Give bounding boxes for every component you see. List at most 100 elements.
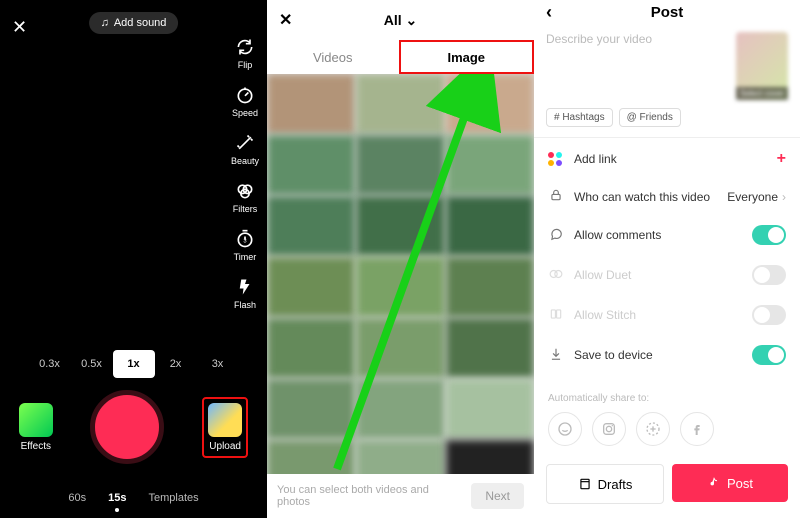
media-thumb[interactable]	[446, 74, 534, 134]
post-footer: Drafts Post	[534, 454, 800, 518]
media-thumb[interactable]	[267, 135, 355, 195]
comments-toggle[interactable]	[752, 225, 786, 245]
close-icon[interactable]: ✕	[279, 10, 292, 30]
media-thumb[interactable]	[446, 196, 534, 256]
whatsapp-icon[interactable]	[548, 412, 582, 446]
speed-icon	[234, 84, 256, 106]
media-thumb[interactable]	[356, 440, 444, 474]
zoom-0-5x[interactable]: 0.5x	[71, 350, 113, 378]
facebook-icon[interactable]	[680, 412, 714, 446]
mode-templates[interactable]: Templates	[148, 492, 198, 504]
zoom-0-3x[interactable]: 0.3x	[29, 350, 71, 378]
hashtags-chip[interactable]: # Hashtags	[546, 108, 613, 127]
auto-share-label: Automatically share to:	[534, 393, 800, 404]
close-icon[interactable]: ✕	[12, 18, 27, 36]
media-thumb[interactable]	[356, 74, 444, 134]
post-button[interactable]: Post	[672, 464, 788, 502]
stitch-icon	[548, 307, 564, 324]
media-thumb[interactable]	[267, 257, 355, 317]
comment-icon	[548, 227, 564, 244]
media-thumb[interactable]	[267, 440, 355, 474]
mode-15s[interactable]: 15s	[108, 492, 126, 504]
page-title: Post	[651, 4, 684, 21]
stitch-row: Allow Stitch	[534, 295, 800, 335]
chevron-right-icon: ›	[782, 190, 786, 204]
privacy-value: Everyone ›	[727, 190, 786, 204]
back-icon[interactable]: ‹	[546, 2, 552, 23]
next-button[interactable]: Next	[471, 483, 524, 509]
album-dropdown[interactable]: All ⌄	[384, 12, 418, 29]
privacy-row[interactable]: Who can watch this video Everyone ›	[534, 178, 800, 215]
media-thumb[interactable]	[446, 318, 534, 378]
plus-icon: +	[777, 150, 786, 168]
upload-highlight: Upload	[202, 397, 248, 458]
divider	[534, 137, 800, 138]
flash-tool[interactable]: Flash	[234, 276, 256, 310]
download-icon	[548, 347, 564, 364]
svg-text:3: 3	[243, 238, 246, 244]
post-screen: ‹ Post Describe your video Select cover …	[534, 0, 800, 518]
duet-toggle	[752, 265, 786, 285]
camera-screen: ✕ ♫ Add sound Flip Speed B	[0, 0, 267, 518]
gallery-tabs: Videos Image	[267, 40, 534, 74]
media-thumb[interactable]	[446, 257, 534, 317]
save-toggle[interactable]	[752, 345, 786, 365]
lock-icon	[548, 188, 564, 205]
filters-tool[interactable]: Filters	[233, 180, 258, 214]
bottom-controls: Effects Upload	[0, 390, 267, 464]
add-link-icon	[548, 152, 564, 166]
gallery-footer: You can select both videos and photos Ne…	[267, 474, 534, 518]
media-thumb[interactable]	[446, 440, 534, 474]
drafts-button[interactable]: Drafts	[546, 464, 664, 504]
description-area: Describe your video Select cover	[534, 24, 800, 108]
media-thumb[interactable]	[267, 318, 355, 378]
footer-hint: You can select both videos and photos	[277, 484, 463, 508]
tab-videos[interactable]: Videos	[267, 40, 399, 74]
upload-button[interactable]: Upload	[208, 403, 242, 452]
add-link-row[interactable]: Add link +	[534, 140, 800, 178]
stitch-toggle	[752, 305, 786, 325]
filters-icon	[234, 180, 256, 202]
flip-tool[interactable]: Flip	[234, 36, 256, 70]
zoom-2x[interactable]: 2x	[155, 350, 197, 378]
media-thumb[interactable]	[267, 74, 355, 134]
add-sound-button[interactable]: ♫ Add sound	[89, 12, 179, 34]
drafts-icon	[578, 477, 592, 491]
media-thumb[interactable]	[356, 135, 444, 195]
duet-icon	[548, 267, 564, 284]
friends-chip[interactable]: @ Friends	[619, 108, 681, 127]
media-thumb[interactable]	[356, 318, 444, 378]
description-input[interactable]: Describe your video	[546, 32, 728, 100]
media-thumb[interactable]	[356, 379, 444, 439]
save-row: Save to device	[534, 335, 800, 375]
timer-tool[interactable]: 3 Timer	[234, 228, 257, 262]
effects-button[interactable]: Effects	[19, 403, 53, 452]
tab-image[interactable]: Image	[399, 40, 535, 74]
chevron-down-icon: ⌄	[406, 12, 418, 28]
flip-icon	[234, 36, 256, 58]
select-cover-button[interactable]: Select cover	[736, 32, 788, 100]
media-thumb[interactable]	[356, 196, 444, 256]
zoom-1x[interactable]: 1x	[113, 350, 155, 378]
media-thumb[interactable]	[446, 379, 534, 439]
record-button[interactable]	[90, 390, 164, 464]
beauty-tool[interactable]: Beauty	[231, 132, 259, 166]
media-thumb[interactable]	[356, 257, 444, 317]
media-thumb[interactable]	[446, 135, 534, 195]
gallery-header: ✕ All ⌄	[267, 0, 534, 40]
speed-tool[interactable]: Speed	[232, 84, 258, 118]
side-toolbar: Flip Speed Beauty Filters	[231, 36, 259, 310]
flash-icon	[234, 276, 256, 298]
mode-selector: 60s 15s Templates	[0, 492, 267, 504]
share-row	[534, 404, 800, 454]
zoom-3x[interactable]: 3x	[197, 350, 239, 378]
upload-icon	[208, 403, 242, 437]
post-icon	[707, 476, 721, 490]
stories-icon[interactable]	[636, 412, 670, 446]
media-thumb[interactable]	[267, 196, 355, 256]
beauty-icon	[234, 132, 256, 154]
music-note-icon: ♫	[101, 17, 109, 29]
mode-60s[interactable]: 60s	[68, 492, 86, 504]
instagram-icon[interactable]	[592, 412, 626, 446]
media-thumb[interactable]	[267, 379, 355, 439]
